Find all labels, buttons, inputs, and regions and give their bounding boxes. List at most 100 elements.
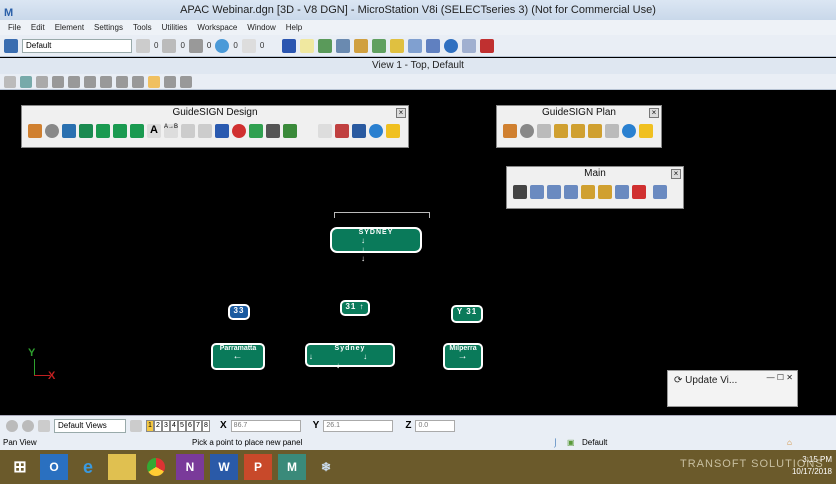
text-icon[interactable]: A bbox=[147, 124, 161, 138]
wrench-icon[interactable] bbox=[503, 124, 517, 138]
outlook-icon[interactable]: O bbox=[40, 454, 68, 480]
tools-icon[interactable] bbox=[426, 38, 441, 53]
view-button-4[interactable]: 4 bbox=[170, 419, 178, 432]
help-icon[interactable] bbox=[369, 124, 383, 138]
shield-icon[interactable] bbox=[215, 124, 229, 138]
onenote-icon[interactable]: N bbox=[176, 454, 204, 480]
panel-icon[interactable] bbox=[96, 124, 110, 138]
view-button-3[interactable]: 3 bbox=[162, 419, 170, 432]
close-icon[interactable]: × bbox=[671, 169, 681, 179]
home-icon[interactable]: ⌂ bbox=[787, 435, 792, 450]
pointer-icon[interactable] bbox=[639, 124, 653, 138]
panel-icon[interactable] bbox=[79, 124, 93, 138]
x-coordinate-field[interactable]: 86.7 bbox=[230, 419, 301, 432]
microstation-taskbar-icon[interactable]: M bbox=[278, 454, 306, 480]
disable-icon[interactable] bbox=[480, 38, 495, 53]
color-value[interactable]: 0 bbox=[154, 41, 158, 50]
view-button-1[interactable]: 1 bbox=[146, 419, 154, 432]
window-controls[interactable]: — ☐ ✕ bbox=[767, 373, 793, 382]
manipulate-icon[interactable] bbox=[564, 185, 578, 199]
place-icon[interactable] bbox=[537, 124, 551, 138]
panel-icon[interactable] bbox=[113, 124, 127, 138]
menu-tools[interactable]: Tools bbox=[133, 20, 152, 35]
sign-milperra[interactable]: Milperra → bbox=[443, 343, 483, 370]
fence-icon[interactable] bbox=[530, 185, 544, 199]
graduate-icon[interactable] bbox=[352, 124, 366, 138]
select-icon[interactable] bbox=[513, 185, 527, 199]
internet-explorer-icon[interactable]: e bbox=[74, 454, 102, 480]
view-button-5[interactable]: 5 bbox=[178, 419, 186, 432]
no-entry-icon[interactable] bbox=[232, 124, 246, 138]
color-icon[interactable] bbox=[136, 38, 150, 53]
exit-icon[interactable] bbox=[249, 124, 263, 138]
priority-icon[interactable] bbox=[241, 38, 256, 53]
menu-help[interactable]: Help bbox=[286, 20, 302, 35]
drawing-canvas[interactable]: GuideSIGN Design × A A→B GuideSIGN Plan … bbox=[0, 91, 836, 415]
sign-route-y31[interactable]: Y 31 bbox=[451, 305, 483, 323]
menu-window[interactable]: Window bbox=[247, 20, 275, 35]
file-explorer-icon[interactable] bbox=[108, 454, 136, 480]
word-icon[interactable]: W bbox=[210, 454, 238, 480]
forward-icon[interactable] bbox=[22, 419, 34, 432]
weight-value[interactable]: 0 bbox=[207, 41, 211, 50]
view-button-6[interactable]: 6 bbox=[186, 419, 194, 432]
view-button-8[interactable]: 8 bbox=[202, 419, 210, 432]
level-manager-icon[interactable] bbox=[4, 38, 18, 53]
clock[interactable]: 3:15 PM 10/17/2018 bbox=[792, 454, 832, 478]
measure-icon[interactable] bbox=[615, 185, 629, 199]
snowflake-app-icon[interactable]: ❄ bbox=[312, 454, 340, 480]
models-icon[interactable] bbox=[318, 38, 333, 53]
close-icon[interactable]: × bbox=[649, 108, 659, 118]
layers-icon[interactable] bbox=[390, 38, 405, 53]
sign-route-31[interactable]: 31 ↑ bbox=[340, 300, 370, 316]
document-icon[interactable] bbox=[318, 124, 332, 138]
back-icon[interactable] bbox=[6, 419, 18, 432]
sign-sydney[interactable]: Sydney ↓ ↓ ↓ bbox=[305, 343, 395, 370]
dimension-icon[interactable] bbox=[653, 185, 667, 199]
view-button-7[interactable]: 7 bbox=[194, 419, 202, 432]
view-attributes-icon[interactable] bbox=[4, 75, 16, 88]
border-icon[interactable] bbox=[283, 124, 297, 138]
priority-value[interactable]: 0 bbox=[260, 41, 264, 50]
menu-workspace[interactable]: Workspace bbox=[197, 20, 237, 35]
info-icon[interactable] bbox=[444, 38, 459, 53]
delete-icon[interactable] bbox=[632, 185, 646, 199]
lock-icon[interactable]: ▣ bbox=[567, 435, 575, 450]
zoom-out-icon[interactable] bbox=[68, 75, 80, 88]
close-icon[interactable]: × bbox=[396, 108, 406, 118]
raster-icon[interactable] bbox=[354, 38, 369, 53]
cut-icon[interactable] bbox=[335, 124, 349, 138]
snap-icon[interactable] bbox=[408, 38, 423, 53]
menu-file[interactable]: File bbox=[8, 20, 21, 35]
view-previous-icon[interactable] bbox=[148, 75, 160, 88]
rotate-view-icon[interactable] bbox=[116, 75, 128, 88]
view-icon[interactable] bbox=[605, 124, 619, 138]
transparency-icon[interactable] bbox=[215, 38, 230, 53]
sign-sydney-overhead[interactable]: SYDNEY ↓ ↓ ↓ bbox=[330, 227, 422, 263]
post-icon[interactable] bbox=[571, 124, 585, 138]
file-icon[interactable] bbox=[300, 38, 315, 53]
camera-icon[interactable] bbox=[180, 75, 192, 88]
menu-element[interactable]: Element bbox=[55, 20, 84, 35]
sign-route-33[interactable]: 33 bbox=[228, 304, 250, 320]
style-value[interactable]: 0 bbox=[180, 41, 184, 50]
saved-views-icon[interactable] bbox=[38, 419, 50, 432]
grid-icon[interactable] bbox=[462, 38, 477, 53]
y-coordinate-field[interactable]: 26.1 bbox=[323, 419, 394, 432]
fit-view-icon[interactable] bbox=[100, 75, 112, 88]
update-view-window[interactable]: ⟳ Update Vi... — ☐ ✕ bbox=[667, 370, 798, 407]
settings-icon[interactable] bbox=[45, 124, 59, 138]
pan-view-icon[interactable] bbox=[132, 75, 144, 88]
pointer-icon[interactable] bbox=[386, 124, 400, 138]
settings-icon[interactable] bbox=[520, 124, 534, 138]
menu-utilities[interactable]: Utilities bbox=[162, 20, 188, 35]
levels-icon[interactable] bbox=[372, 38, 387, 53]
reference-icon[interactable] bbox=[336, 38, 351, 53]
view-groups-icon[interactable] bbox=[130, 419, 142, 432]
line-weight-icon[interactable] bbox=[188, 38, 203, 53]
modify-icon[interactable] bbox=[581, 185, 595, 199]
layout-icon[interactable] bbox=[181, 124, 195, 138]
window-area-icon[interactable] bbox=[84, 75, 96, 88]
view-icon[interactable] bbox=[282, 38, 297, 53]
transparency-value[interactable]: 0 bbox=[233, 41, 237, 50]
